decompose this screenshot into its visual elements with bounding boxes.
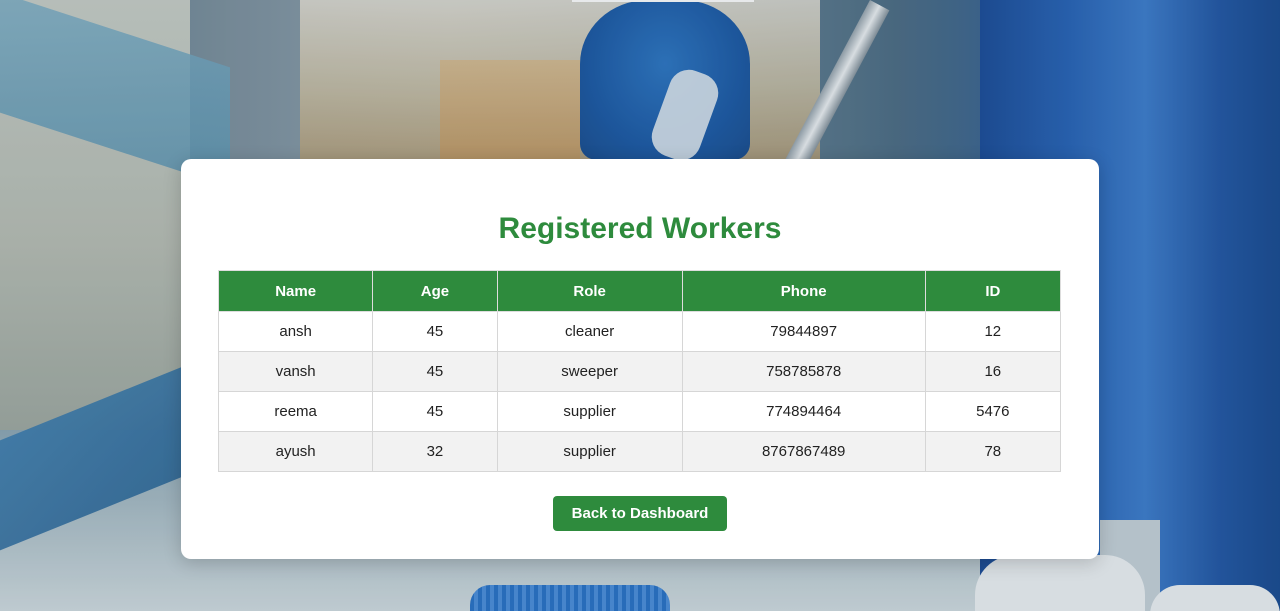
- table-row: vansh 45 sweeper 758785878 16: [217, 351, 1062, 392]
- cell-name: vansh: [217, 351, 374, 392]
- cell-role: sweeper: [496, 351, 683, 392]
- table-row: reema 45 supplier 774894464 5476: [217, 391, 1062, 432]
- cell-name: ayush: [217, 431, 374, 472]
- cell-phone: 79844897: [681, 311, 926, 352]
- cell-role: cleaner: [496, 311, 683, 352]
- cell-name: reema: [217, 391, 374, 432]
- cell-phone: 8767867489: [681, 431, 926, 472]
- table-row: ayush 32 supplier 8767867489 78: [217, 431, 1062, 472]
- cell-id: 12: [924, 311, 1062, 352]
- cell-role: supplier: [496, 431, 683, 472]
- cell-age: 45: [372, 391, 498, 432]
- cell-role: supplier: [496, 391, 683, 432]
- column-header-id: ID: [924, 270, 1062, 312]
- table-row: ansh 45 cleaner 79844897 12: [217, 311, 1062, 352]
- column-header-phone: Phone: [681, 270, 926, 312]
- cell-phone: 758785878: [681, 351, 926, 392]
- back-to-dashboard-button[interactable]: Back to Dashboard: [553, 496, 727, 531]
- column-header-name: Name: [217, 270, 374, 312]
- cell-age: 32: [372, 431, 498, 472]
- table-header-row: Name Age Role Phone ID: [217, 270, 1062, 312]
- workers-card: Registered Workers Name Age Role Phone I…: [181, 159, 1099, 559]
- cell-age: 45: [372, 311, 498, 352]
- cell-id: 78: [924, 431, 1062, 472]
- column-header-role: Role: [496, 270, 683, 312]
- cell-phone: 774894464: [681, 391, 926, 432]
- cell-id: 16: [924, 351, 1062, 392]
- cell-id: 5476: [924, 391, 1062, 432]
- workers-table: Name Age Role Phone ID ansh 45 cleaner 7…: [217, 270, 1062, 472]
- column-header-age: Age: [372, 270, 498, 312]
- page-title: Registered Workers: [498, 212, 782, 245]
- cell-name: ansh: [217, 311, 374, 352]
- cell-age: 45: [372, 351, 498, 392]
